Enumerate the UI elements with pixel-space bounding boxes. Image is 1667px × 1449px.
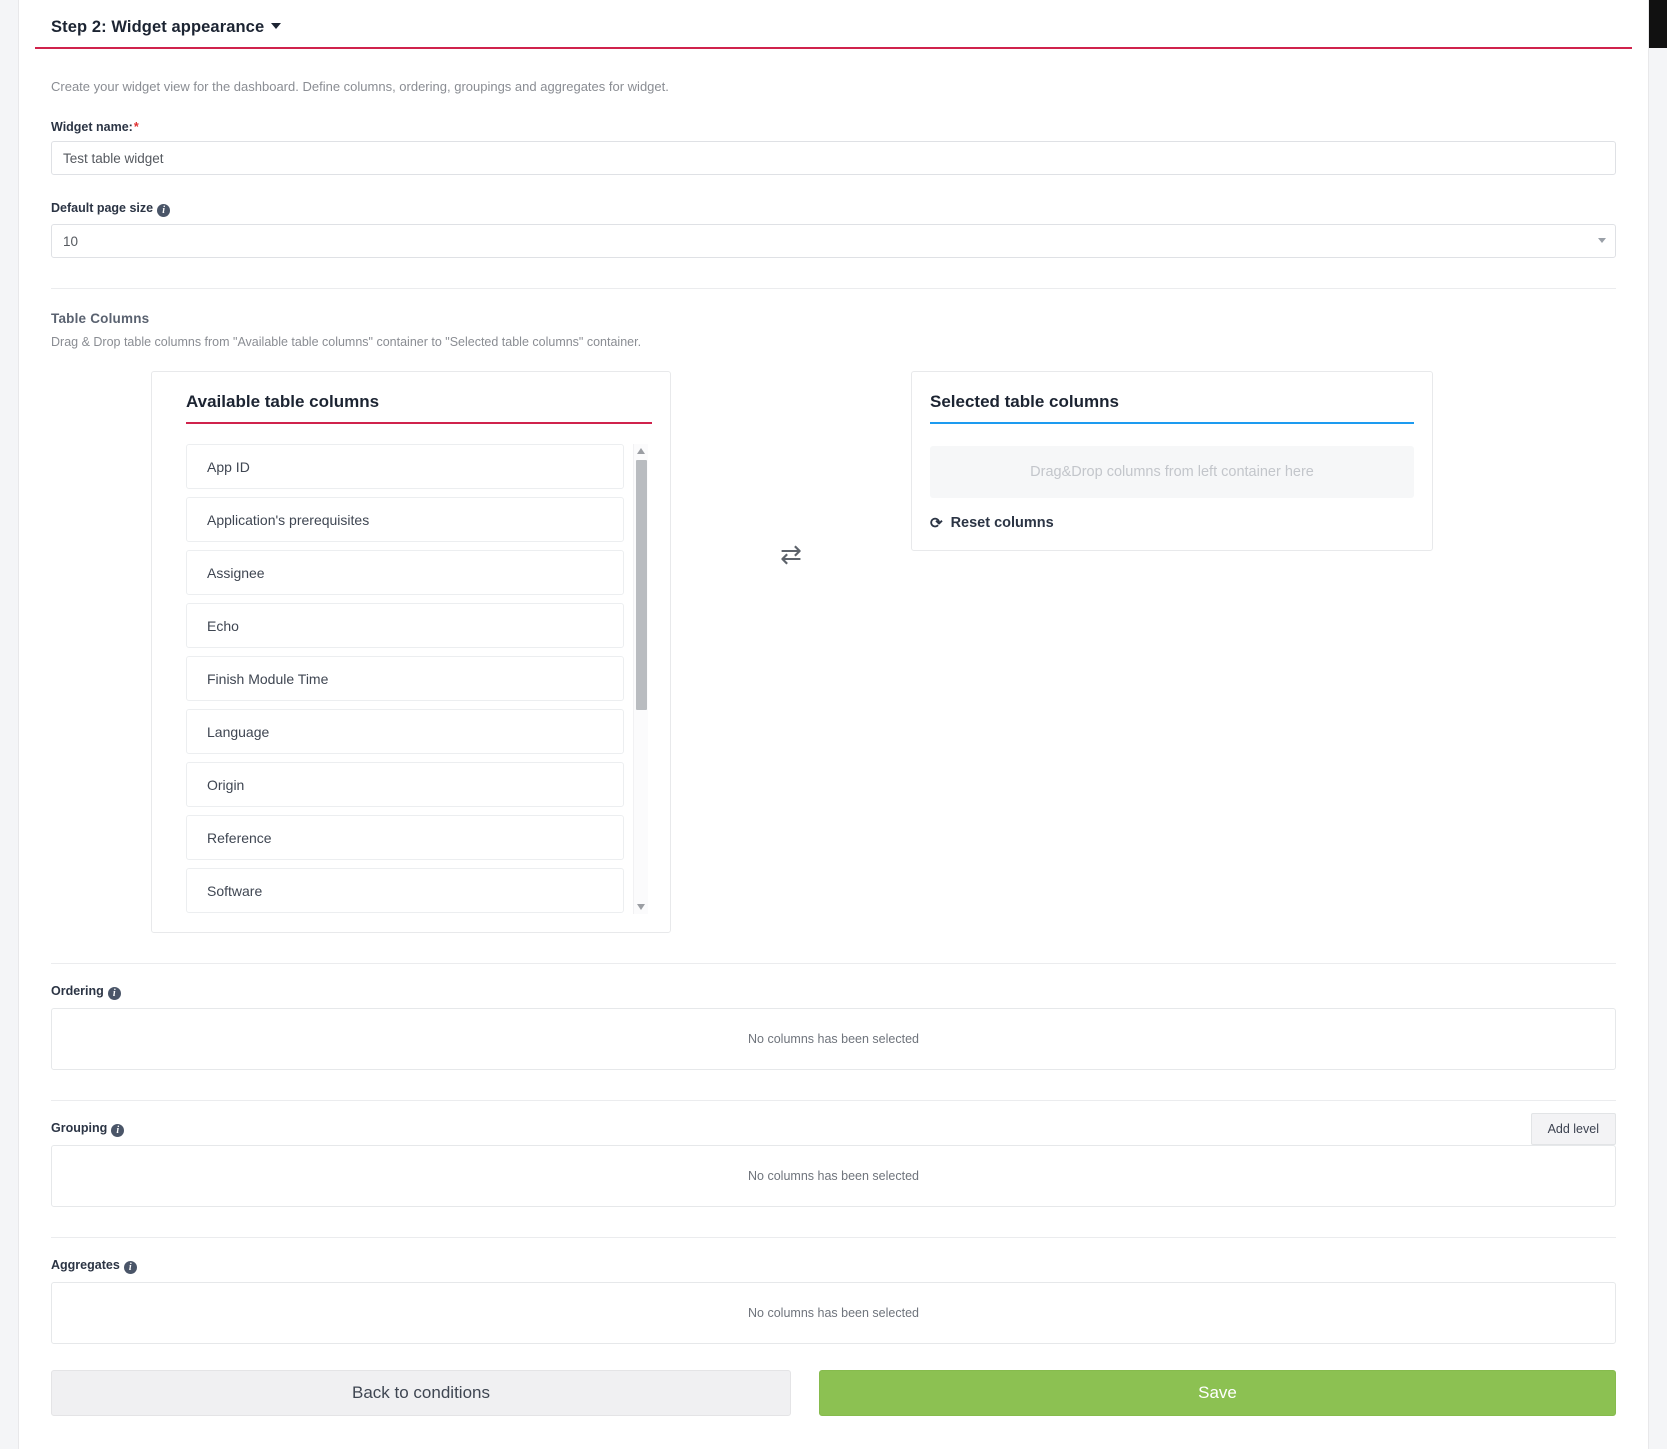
dual-list-container: Available table columns App ID Applicati… xyxy=(51,371,1616,933)
list-item[interactable]: Reference xyxy=(186,815,624,860)
list-item[interactable]: Software xyxy=(186,868,624,913)
list-item[interactable]: Origin xyxy=(186,762,624,807)
list-item[interactable]: Application's prerequisites xyxy=(186,497,624,542)
ordering-label: Ordering i xyxy=(51,984,1616,1000)
table-columns-instruction: Drag & Drop table columns from "Availabl… xyxy=(51,335,642,349)
grouping-empty-box[interactable]: No columns has been selected xyxy=(51,1145,1616,1207)
top-right-corner-block xyxy=(1649,0,1667,48)
available-list-scrollbar[interactable] xyxy=(633,444,648,914)
selected-columns-panel: Selected table columns Drag&Drop columns… xyxy=(911,371,1433,551)
available-columns-panel: Available table columns App ID Applicati… xyxy=(151,371,671,933)
required-asterisk: * xyxy=(133,120,139,134)
list-item[interactable]: App ID xyxy=(186,444,624,489)
page-size-label: Default page size i xyxy=(51,201,1616,217)
ordering-label-text: Ordering xyxy=(51,984,104,998)
footer-actions: Back to conditions Save xyxy=(51,1370,1616,1426)
scrollbar-thumb[interactable] xyxy=(636,460,647,710)
info-icon[interactable]: i xyxy=(157,204,171,217)
right-gutter xyxy=(1649,0,1667,1449)
chevron-down-icon[interactable] xyxy=(1598,238,1606,243)
grouping-header: Grouping i Add level xyxy=(51,1101,1616,1145)
page-title[interactable]: Step 2: Widget appearance xyxy=(51,18,264,37)
available-columns-title: Available table columns xyxy=(186,392,380,411)
step-header: Step 2: Widget appearance xyxy=(35,0,1632,49)
available-columns-list[interactable]: App ID Application's prerequisites Assig… xyxy=(170,444,652,914)
selected-panel-rule xyxy=(930,422,1414,424)
table-columns-heading: Table Columns xyxy=(51,311,150,326)
ordering-empty-box[interactable]: No columns has been selected xyxy=(51,1008,1616,1070)
step-description: Create your widget view for the dashboar… xyxy=(51,79,669,94)
scroll-up-arrow-icon[interactable] xyxy=(637,448,645,454)
reset-columns-label: Reset columns xyxy=(950,515,1054,531)
list-item[interactable]: Echo xyxy=(186,603,624,648)
refresh-icon: ⟳ xyxy=(930,515,943,532)
chevron-down-icon[interactable] xyxy=(271,23,282,29)
widget-name-label: Widget name:* xyxy=(51,120,1616,134)
add-level-button[interactable]: Add level xyxy=(1530,1113,1616,1145)
page-size-select-value[interactable]: 10 xyxy=(51,224,1616,258)
info-icon[interactable]: i xyxy=(111,1124,125,1137)
aggregates-label-text: Aggregates xyxy=(51,1258,120,1272)
page-size-select[interactable]: 10 xyxy=(51,224,1616,258)
list-item[interactable]: Language xyxy=(186,709,624,754)
selected-columns-title: Selected table columns xyxy=(930,392,1119,411)
grouping-label-text: Grouping xyxy=(51,1121,108,1135)
widget-appearance-page: Step 2: Widget appearance Create your wi… xyxy=(18,0,1649,1449)
list-item[interactable]: Assignee xyxy=(186,550,624,595)
page-size-label-text: Default page size xyxy=(51,201,154,215)
widget-name-label-text: Widget name: xyxy=(51,120,133,134)
aggregates-empty-box[interactable]: No columns has been selected xyxy=(51,1282,1616,1344)
exchange-arrows-icon[interactable]: ⇄ xyxy=(671,371,911,567)
aggregates-label: Aggregates i xyxy=(51,1258,1616,1274)
selected-columns-dropzone[interactable]: Drag&Drop columns from left container he… xyxy=(930,446,1414,498)
scroll-down-arrow-icon[interactable] xyxy=(637,904,645,910)
list-item[interactable]: Finish Module Time xyxy=(186,656,624,701)
page-body: Create your widget view for the dashboar… xyxy=(19,49,1648,1426)
available-panel-rule xyxy=(186,422,652,424)
divider xyxy=(51,1237,1616,1238)
widget-name-input[interactable] xyxy=(51,141,1616,175)
grouping-label: Grouping i xyxy=(51,1121,125,1137)
info-icon[interactable]: i xyxy=(123,1261,137,1274)
reset-columns-button[interactable]: ⟳ Reset columns xyxy=(930,514,1414,532)
back-to-conditions-button[interactable]: Back to conditions xyxy=(51,1370,791,1416)
info-icon[interactable]: i xyxy=(107,987,121,1000)
divider xyxy=(51,288,1616,289)
divider xyxy=(51,963,1616,964)
save-button[interactable]: Save xyxy=(819,1370,1616,1416)
